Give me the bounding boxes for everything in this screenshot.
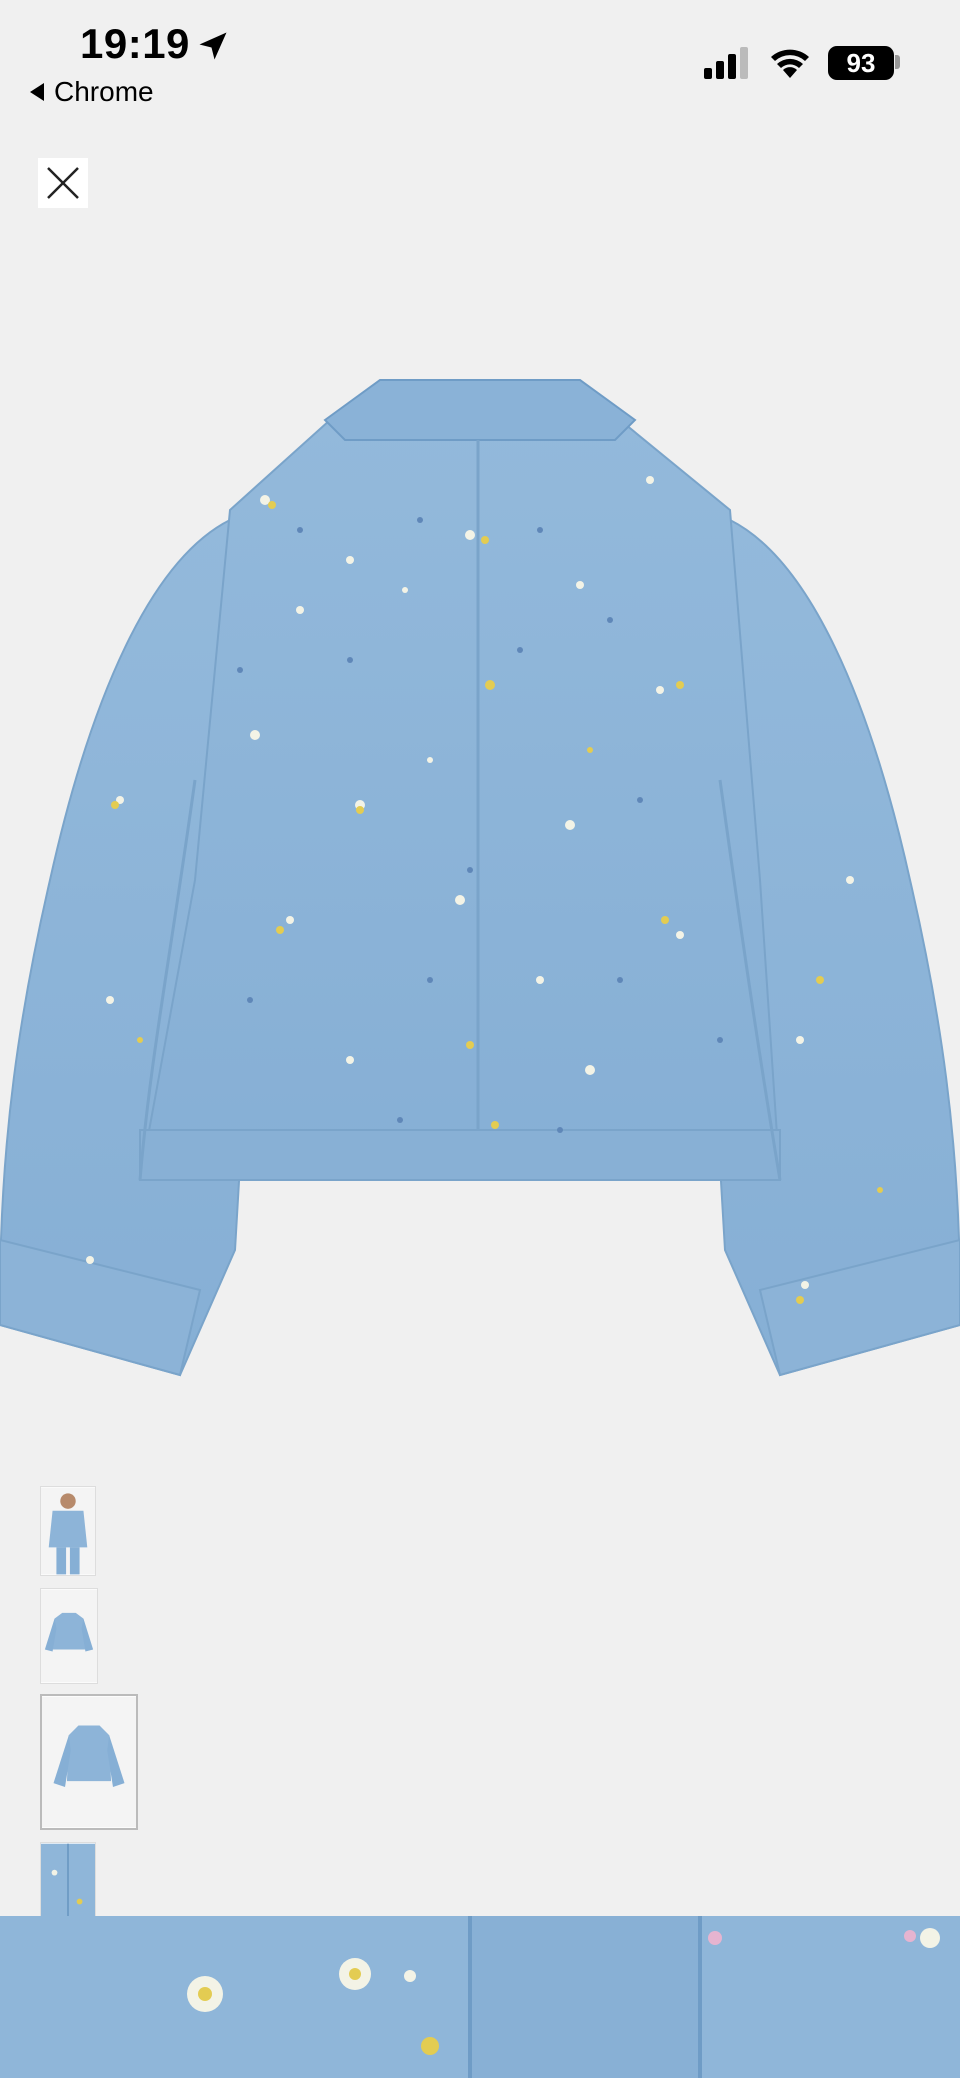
wifi-icon	[771, 49, 809, 78]
thumbnail-jacket-front	[41, 1589, 97, 1683]
location-arrow-icon	[199, 32, 227, 60]
thumbnail-3-selected[interactable]	[40, 1694, 138, 1830]
battery-indicator: 93	[828, 46, 894, 80]
close-icon	[47, 167, 79, 199]
thumbnail-jacket-back	[42, 1696, 136, 1828]
back-to-app-button[interactable]: Chrome	[30, 76, 154, 108]
back-app-label: Chrome	[54, 76, 154, 107]
battery-level: 93	[846, 47, 876, 78]
back-triangle-icon	[30, 83, 44, 101]
thumbnail-1[interactable]	[40, 1486, 96, 1576]
thumbnail-2[interactable]	[40, 1588, 98, 1684]
cellular-signal-icon	[704, 47, 748, 79]
close-button[interactable]	[38, 158, 88, 208]
battery-cap	[895, 55, 900, 69]
status-time: 19:19	[80, 20, 190, 67]
product-image-jacket-back[interactable]	[0, 360, 960, 1380]
product-image-detail[interactable]	[0, 1916, 960, 2078]
status-bar: 19:19 Chrome 93	[0, 0, 960, 120]
thumbnail-model-image	[41, 1487, 95, 1575]
